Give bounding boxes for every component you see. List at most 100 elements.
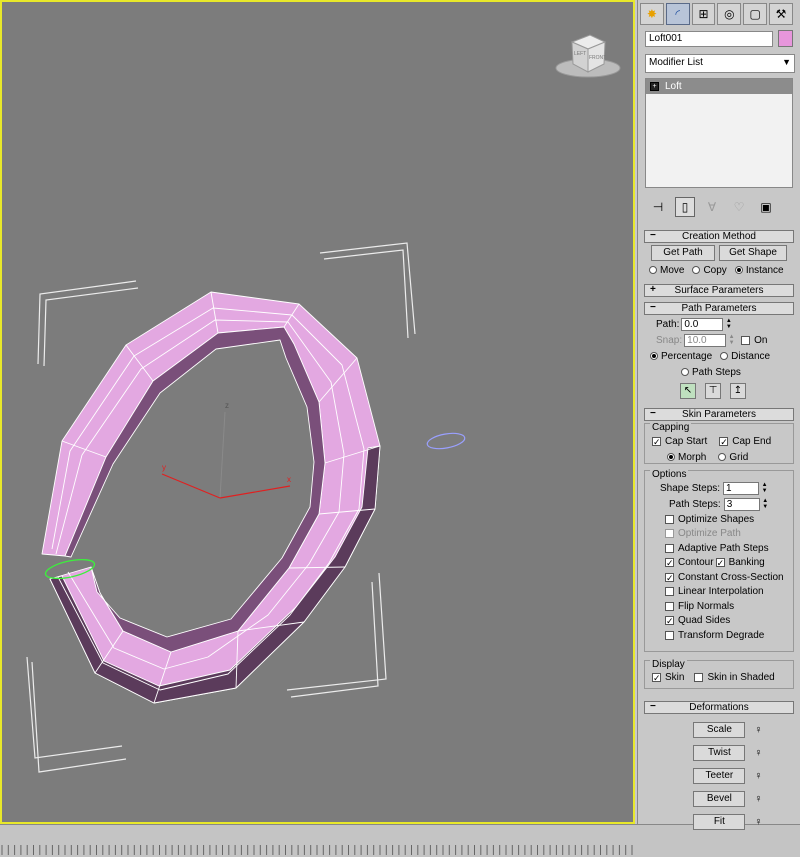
snap-label: Snap: [656, 334, 683, 346]
options-title: Options [650, 469, 689, 480]
loft-object[interactable] [41, 291, 381, 704]
bulb-icon[interactable]: ♀ [754, 747, 762, 759]
path-parameters-rollout-header[interactable]: − Path Parameters [644, 302, 794, 315]
percentage-radio[interactable] [650, 352, 658, 360]
viewcube-left-label: LEFT [574, 51, 586, 57]
transform-degrade-checkbox[interactable] [665, 630, 674, 640]
fit-button[interactable]: Fit [693, 813, 746, 830]
contour-label: Contour [678, 557, 714, 569]
morph-radio[interactable] [667, 453, 675, 461]
snap-on-checkbox[interactable] [741, 335, 751, 345]
object-color-swatch[interactable] [778, 30, 793, 47]
linear-interpolation-checkbox[interactable] [665, 587, 674, 597]
path-steps-radio[interactable] [681, 368, 689, 376]
utilities-icon: ⚒ [775, 7, 787, 21]
spinner-arrows-icon[interactable]: ▲ ▼ [761, 482, 768, 495]
path-steps-spinner[interactable]: 3 [723, 497, 760, 511]
pin-stack-icon[interactable]: ⊣ [648, 197, 668, 217]
viewport-scene[interactable]: z y x FRONT LEFT [2, 2, 634, 822]
optimize-shapes-checkbox[interactable] [665, 514, 674, 524]
path-parameters-title: Path Parameters [681, 303, 757, 314]
utilities-tab[interactable]: ⚒ [769, 3, 793, 25]
copy-radio[interactable] [692, 266, 701, 274]
grid-label: Grid [729, 451, 749, 463]
create-icon: ✸ [646, 7, 657, 21]
skin-parameters-title: Skin Parameters [682, 409, 756, 420]
modifier-stack[interactable]: + Loft [645, 78, 793, 188]
show-end-result-icon[interactable]: ▯ [675, 197, 695, 217]
scale-button[interactable]: Scale [693, 721, 746, 738]
get-path-button[interactable]: Get Path [651, 245, 715, 261]
morph-label: Morph [678, 451, 707, 463]
modify-tab[interactable]: ◜ [665, 3, 690, 25]
constant-cross-section-checkbox[interactable]: ✓ [665, 572, 674, 582]
stack-item-loft[interactable]: + Loft [646, 79, 792, 94]
contour-checkbox[interactable]: ✓ [665, 558, 674, 568]
pick-cursor-icon: ↖ [683, 385, 693, 396]
gizmo-x-label: x [287, 475, 291, 484]
cap-end-label: Cap End [732, 435, 772, 447]
instance-radio[interactable] [734, 266, 743, 274]
collapse-icon: − [650, 408, 656, 419]
twist-button[interactable]: Twist [693, 744, 746, 761]
remove-modifier-icon[interactable]: ♡ [729, 197, 749, 217]
get-shape-button[interactable]: Get Shape [719, 245, 787, 261]
optimize-path-checkbox[interactable] [665, 529, 674, 539]
perspective-viewport[interactable]: z y x FRONT LEFT [0, 0, 635, 824]
transform-gizmo[interactable]: z y x [161, 401, 291, 499]
previous-shape-button[interactable]: ⊤ [705, 383, 721, 399]
spinner-arrows-icon[interactable]: ▲ ▼ [762, 498, 769, 511]
path-spinner[interactable]: 0.0 [681, 317, 724, 331]
create-tab[interactable]: ✸ [640, 3, 664, 25]
shape-steps-label: Shape Steps: [660, 482, 721, 494]
dropdown-arrow-icon: ▼ [782, 57, 791, 67]
spinner-arrows-icon[interactable]: ▲ ▼ [725, 318, 732, 331]
bevel-button[interactable]: Bevel [693, 790, 746, 807]
snap-on-label: On [754, 334, 768, 346]
motion-tab[interactable]: ◎ [717, 3, 742, 25]
modifier-list-dropdown[interactable]: Modifier List ▼ [645, 54, 795, 73]
linear-interpolation-label: Linear Interpolation [678, 586, 764, 598]
skin-checkbox[interactable]: ✓ [652, 672, 661, 682]
deformations-rollout-header[interactable]: − Deformations [644, 701, 794, 714]
adaptive-path-steps-label: Adaptive Path Steps [678, 542, 769, 554]
hierarchy-tab[interactable]: ⊞ [691, 3, 716, 25]
options-group: Options Shape Steps: 1 ▲ ▼ Path Steps: 3 … [644, 470, 794, 652]
distance-radio[interactable] [720, 352, 729, 360]
flip-normals-checkbox[interactable] [665, 601, 674, 611]
banking-checkbox[interactable]: ✓ [715, 558, 725, 568]
cap-start-checkbox[interactable]: ✓ [652, 436, 661, 446]
object-name-field[interactable]: Loft001 [645, 31, 773, 47]
stack-item-label: Loft [665, 81, 682, 92]
skin-parameters-rollout-header[interactable]: − Skin Parameters [644, 408, 794, 421]
creation-method-rollout-header[interactable]: − Creation Method [644, 230, 794, 243]
adaptive-path-steps-checkbox[interactable] [665, 543, 674, 553]
timeline-ruler[interactable] [0, 841, 636, 855]
bulb-icon[interactable]: ♀ [754, 724, 762, 736]
next-shape-icon: ↥ [733, 385, 743, 396]
next-shape-button[interactable]: ↥ [730, 383, 746, 399]
grid-radio[interactable] [718, 453, 727, 461]
move-radio[interactable] [649, 266, 657, 274]
cap-end-checkbox[interactable]: ✓ [719, 436, 729, 446]
viewcube[interactable]: FRONT LEFT [555, 34, 621, 78]
loft-shape-ellipse[interactable] [426, 431, 466, 451]
spinner-arrows-icon[interactable]: ▲ ▼ [728, 334, 735, 347]
quad-sides-checkbox[interactable]: ✓ [665, 616, 674, 626]
pick-shape-button[interactable]: ↖ [680, 383, 696, 399]
capping-group: Capping ✓ Cap Start ✓ Cap End Morph Grid [644, 423, 794, 464]
make-unique-icon[interactable]: ∀ [702, 197, 722, 217]
teeter-button[interactable]: Teeter [693, 767, 746, 784]
snap-spinner[interactable]: 10.0 [684, 333, 727, 347]
surface-parameters-rollout-header[interactable]: + Surface Parameters [644, 284, 794, 297]
display-tab[interactable]: ▢ [743, 3, 768, 25]
shape-steps-spinner[interactable]: 1 [723, 481, 760, 495]
expand-icon[interactable]: + [650, 82, 659, 91]
configure-modifier-sets-icon[interactable]: ▣ [756, 197, 776, 217]
bulb-icon[interactable]: ♀ [754, 816, 762, 828]
skin-in-shaded-checkbox[interactable] [694, 672, 704, 682]
path-steps-option-label: Path Steps: [669, 498, 721, 510]
bulb-icon[interactable]: ♀ [754, 793, 762, 805]
bulb-icon[interactable]: ♀ [754, 770, 762, 782]
viewcube-front-label: FRONT [589, 55, 606, 61]
